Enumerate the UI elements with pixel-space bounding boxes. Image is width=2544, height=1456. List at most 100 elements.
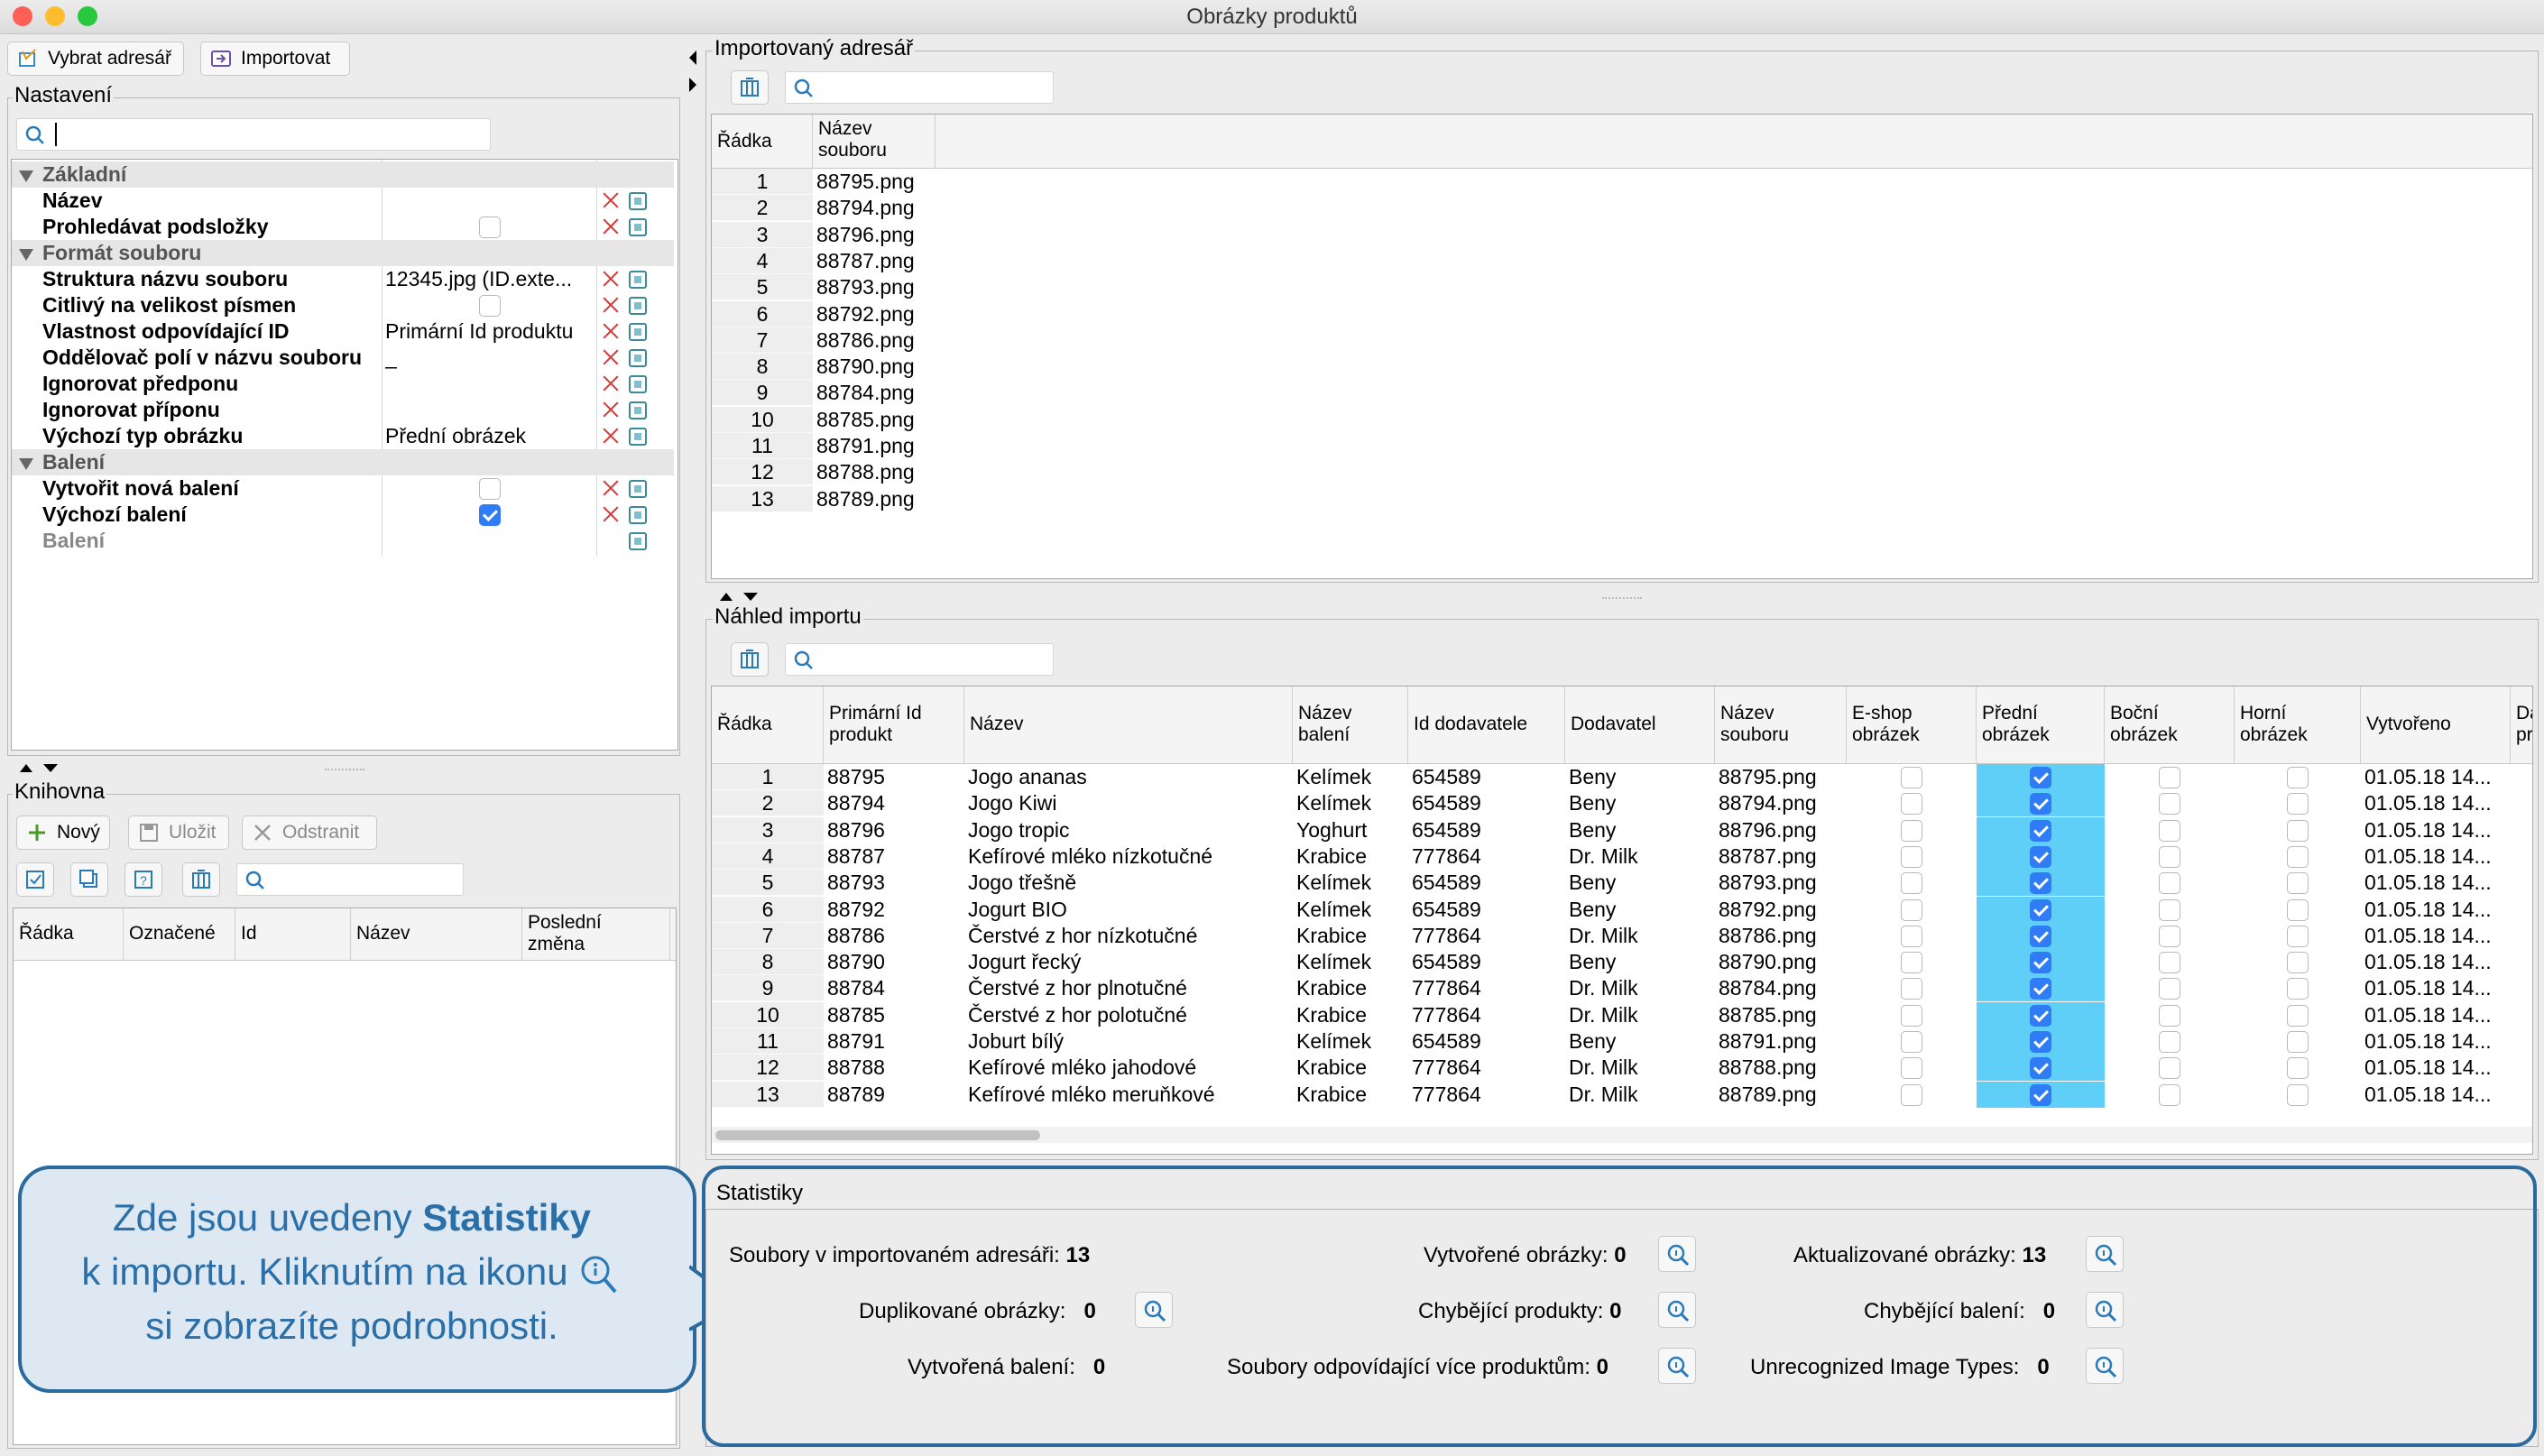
- table-row[interactable]: 10 88785 Čerstvé z hor polotučné Krabice 777…: [712, 1001, 2532, 1028]
- side-image-checkbox[interactable]: [2159, 793, 2180, 816]
- table-row[interactable]: 4 88787.png: [712, 247, 2532, 274]
- top-image-checkbox[interactable]: [2287, 872, 2309, 895]
- side-image-checkbox[interactable]: [2159, 1004, 2180, 1027]
- col-header[interactable]: Da pr: [2511, 687, 2532, 763]
- col-header[interactable]: Název: [351, 908, 522, 960]
- top-image-checkbox[interactable]: [2287, 1057, 2309, 1080]
- table-row[interactable]: 1 88795.png: [712, 169, 2532, 195]
- prop-value[interactable]: Přední obrázek: [385, 423, 602, 449]
- expand-triangle-icon[interactable]: [19, 170, 33, 182]
- top-image-checkbox[interactable]: [2287, 767, 2309, 788]
- category-file-format[interactable]: Formát souboru: [12, 240, 674, 266]
- preview-search-input[interactable]: [785, 643, 1054, 676]
- eshop-image-checkbox[interactable]: [1901, 793, 1922, 816]
- col-header[interactable]: Řádka: [712, 115, 813, 168]
- col-header[interactable]: Boční obrázek: [2105, 687, 2235, 763]
- edit-icon[interactable]: [629, 532, 647, 550]
- eshop-image-checkbox[interactable]: [1901, 845, 1922, 868]
- top-image-checkbox[interactable]: [2287, 819, 2309, 842]
- eshop-image-checkbox[interactable]: [1901, 872, 1922, 895]
- subfolders-checkbox[interactable]: [479, 217, 501, 238]
- front-image-checkbox[interactable]: [2030, 819, 2051, 842]
- front-image-checkbox[interactable]: [2030, 978, 2051, 1000]
- table-row[interactable]: 9 88784.png: [712, 380, 2532, 407]
- table-row[interactable]: 3 88796.png: [712, 221, 2532, 248]
- eshop-image-checkbox[interactable]: [1901, 952, 1922, 974]
- settings-search-input[interactable]: [16, 118, 491, 151]
- category-basic[interactable]: Základní: [12, 161, 674, 188]
- clear-icon[interactable]: [600, 346, 622, 368]
- clear-icon[interactable]: [600, 399, 622, 420]
- top-image-checkbox[interactable]: [2287, 898, 2309, 921]
- check-all-button[interactable]: [16, 862, 54, 897]
- side-image-checkbox[interactable]: [2159, 819, 2180, 842]
- expand-triangle-icon[interactable]: [19, 249, 33, 261]
- select-directory-button[interactable]: Vybrat adresář: [7, 41, 184, 76]
- prop-ignore-prefix[interactable]: Ignorovat předponu: [12, 371, 674, 397]
- splitter-grip[interactable]: [325, 769, 364, 770]
- table-row[interactable]: 13 88789.png: [712, 485, 2532, 512]
- prop-ignore-suffix[interactable]: Ignorovat příponu: [12, 397, 674, 423]
- top-image-checkbox[interactable]: [2287, 952, 2309, 974]
- col-header[interactable]: Název balení: [1293, 687, 1408, 763]
- create-packaging-checkbox[interactable]: [479, 478, 501, 500]
- prop-create-packaging[interactable]: Vytvořit nová balení: [12, 475, 674, 502]
- col-header[interactable]: Dodavatel: [1565, 687, 1715, 763]
- preview-columns-button[interactable]: [731, 642, 769, 677]
- table-row[interactable]: 7 88786.png: [712, 327, 2532, 354]
- front-image-checkbox[interactable]: [2030, 1031, 2051, 1053]
- prop-filename-structure[interactable]: Struktura názvu souboru 12345.jpg (ID.ext…: [12, 266, 674, 292]
- front-image-checkbox[interactable]: [2030, 1004, 2051, 1027]
- prop-id-property[interactable]: Vlastnost odpovídající ID Primární Id pro…: [12, 318, 674, 345]
- side-image-checkbox[interactable]: [2159, 952, 2180, 974]
- col-header[interactable]: Řádka: [712, 687, 824, 763]
- table-row[interactable]: 8 88790 Jogurt řecký Kelímek 654589 Beny 88790…: [712, 949, 2532, 976]
- clear-icon[interactable]: [600, 425, 622, 447]
- table-row[interactable]: 12 88788 Kefírové mléko jahodové Krabice 777…: [712, 1055, 2532, 1082]
- eshop-image-checkbox[interactable]: [1901, 925, 1922, 947]
- table-row[interactable]: 11 88791 Joburt bílý Kelímek 654589 Beny 88791…: [712, 1028, 2532, 1055]
- category-packaging[interactable]: Balení: [12, 449, 674, 475]
- eshop-image-checkbox[interactable]: [1901, 1083, 1922, 1106]
- eshop-image-checkbox[interactable]: [1901, 1057, 1922, 1080]
- col-header[interactable]: Id dodavatele: [1408, 687, 1565, 763]
- created-images-details-button[interactable]: [1658, 1236, 1696, 1272]
- edit-icon[interactable]: [629, 480, 647, 498]
- eshop-image-checkbox[interactable]: [1901, 1031, 1922, 1053]
- clear-icon[interactable]: [600, 268, 622, 290]
- side-image-checkbox[interactable]: [2159, 978, 2180, 1000]
- col-header[interactable]: Označené: [124, 908, 235, 960]
- splitter-grip[interactable]: [1602, 597, 1642, 599]
- edit-icon[interactable]: [629, 401, 647, 419]
- copy-button[interactable]: [70, 862, 108, 897]
- edit-icon[interactable]: [629, 297, 647, 315]
- expand-triangle-icon[interactable]: [19, 458, 33, 470]
- unrecognized-types-details-button[interactable]: [2086, 1348, 2124, 1384]
- table-row[interactable]: 9 88784 Čerstvé z hor plnotučné Krabice 7778…: [712, 975, 2532, 1002]
- table-row[interactable]: 4 88787 Kefírové mléko nízkotučné Krabice 77…: [712, 843, 2532, 870]
- col-header[interactable]: Primární Id produkt: [824, 687, 964, 763]
- multi-match-details-button[interactable]: [1658, 1348, 1696, 1384]
- edit-icon[interactable]: [629, 506, 647, 524]
- top-image-checkbox[interactable]: [2287, 1083, 2309, 1106]
- clear-icon[interactable]: [600, 216, 622, 237]
- splitter-arrows-icon[interactable]: [18, 761, 60, 774]
- side-image-checkbox[interactable]: [2159, 1057, 2180, 1080]
- prop-default-packaging[interactable]: Výchozí balení: [12, 502, 674, 528]
- col-header[interactable]: Přední obrázek: [1977, 687, 2105, 763]
- top-image-checkbox[interactable]: [2287, 925, 2309, 947]
- edit-icon[interactable]: [629, 323, 647, 341]
- front-image-checkbox[interactable]: [2030, 767, 2051, 788]
- remove-button[interactable]: Odstranit: [242, 816, 377, 850]
- duplicates-details-button[interactable]: [1135, 1292, 1173, 1328]
- prop-packaging[interactable]: Balení: [12, 528, 674, 554]
- library-search-input[interactable]: [236, 863, 464, 896]
- side-image-checkbox[interactable]: [2159, 1083, 2180, 1106]
- case-sensitive-checkbox[interactable]: [479, 295, 501, 317]
- save-button[interactable]: Uložit: [128, 816, 229, 850]
- table-row[interactable]: 2 88794.png: [712, 195, 2532, 222]
- prop-name[interactable]: Název: [12, 188, 674, 214]
- table-row[interactable]: 12 88788.png: [712, 459, 2532, 486]
- col-header[interactable]: Řádka: [14, 908, 124, 960]
- help-button[interactable]: ?: [124, 862, 162, 897]
